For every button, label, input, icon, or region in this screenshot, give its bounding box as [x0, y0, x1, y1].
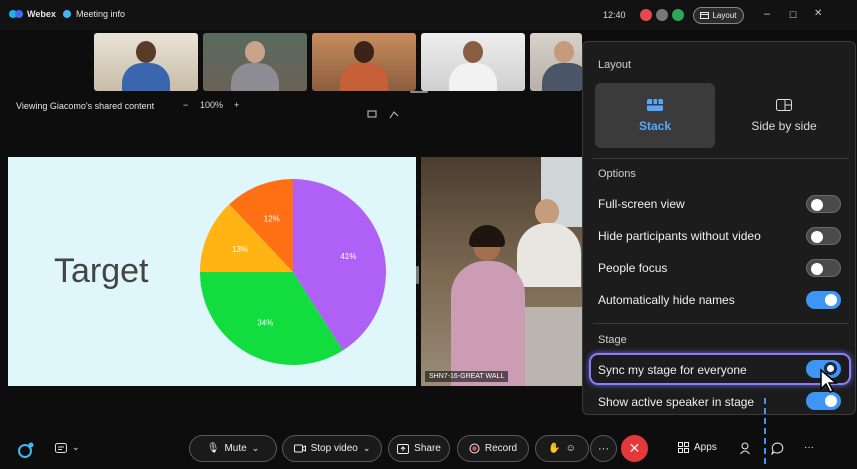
side-by-side-icon — [776, 98, 792, 111]
captions-icon — [55, 442, 67, 453]
pen-icon[interactable] — [389, 110, 399, 119]
reactions-group[interactable]: ✋ ☺ — [535, 435, 589, 462]
active-speaker-option-label: Show active speaker in stage — [598, 395, 755, 409]
participant-thumbnail[interactable] — [312, 33, 416, 91]
minimize-button[interactable]: – — [764, 8, 770, 20]
close-button[interactable]: ✕ — [814, 8, 822, 19]
close-icon: ✕ — [628, 440, 641, 456]
meeting-info-icon — [63, 10, 71, 18]
stack-icon — [647, 98, 663, 111]
shared-content-label: Viewing Giacomo's shared content — [16, 101, 155, 111]
auto-hide-names-option-label: Automatically hide names — [598, 293, 735, 307]
layout-icon — [700, 12, 710, 19]
microphone-icon: 🎙 — [206, 443, 220, 454]
record-button[interactable]: Record — [457, 435, 529, 462]
pie-slice-label: 12% — [264, 214, 280, 223]
stage-heading: Stage — [598, 334, 627, 346]
layout-heading: Layout — [598, 59, 632, 71]
divider — [593, 323, 849, 324]
title-bar: Webex Meeting info 12:40 Layout – ☐ ✕ — [0, 0, 857, 30]
shared-slide: Target 41% 34% 13% 12% — [8, 157, 416, 386]
record-icon — [469, 443, 480, 454]
room-video[interactable]: SHN7-16-GREAT WALL — [421, 157, 589, 386]
share-icon — [397, 443, 410, 454]
people-focus-option-label: People focus — [598, 261, 668, 275]
chevron-down-icon: ⌄ — [72, 442, 80, 452]
raise-hand-icon[interactable]: ✋ — [548, 443, 560, 454]
people-focus-toggle[interactable] — [806, 259, 841, 277]
zoom-out-button[interactable]: − — [183, 100, 188, 110]
chat-icon[interactable] — [771, 442, 784, 455]
security-icon[interactable] — [656, 9, 668, 21]
layout-side-by-side-option[interactable]: Side by side — [724, 83, 844, 148]
meeting-info-label: Meeting info — [76, 9, 126, 19]
pie-chart: 41% 34% 13% 12% — [200, 179, 386, 365]
layout-stack-option[interactable]: Stack — [595, 83, 715, 148]
side-by-side-label: Side by side — [751, 118, 817, 133]
apps-button[interactable]: Apps — [678, 442, 717, 453]
participants-icon[interactable] — [740, 442, 753, 455]
options-heading: Options — [598, 168, 636, 180]
stop-video-label: Stop video — [310, 443, 358, 454]
share-label: Share — [414, 443, 441, 454]
record-label: Record — [484, 443, 518, 454]
auto-hide-names-toggle[interactable] — [806, 291, 841, 309]
captions-button[interactable]: ⌄ — [55, 442, 80, 453]
slide-title: Target — [54, 252, 149, 290]
divider — [593, 158, 849, 159]
fullscreen-option-label: Full-screen view — [598, 197, 685, 211]
more-options-button[interactable]: ··· — [590, 435, 617, 462]
active-speaker-toggle[interactable] — [806, 392, 841, 410]
pie-slice-label: 34% — [257, 319, 273, 328]
participant-thumbnail[interactable] — [530, 33, 582, 91]
clock-time: 12:40 — [603, 10, 626, 20]
apps-icon — [678, 442, 689, 453]
stage-divider-handle[interactable] — [416, 266, 419, 284]
overflow-menu-button[interactable]: ··· — [804, 442, 814, 453]
layout-button[interactable]: Layout — [693, 7, 744, 24]
mouse-cursor-icon — [820, 368, 839, 393]
webex-assistant-icon[interactable] — [17, 441, 35, 459]
mute-label: Mute — [224, 443, 247, 454]
zoom-in-button[interactable]: + — [234, 100, 239, 110]
leave-meeting-button[interactable]: ✕ — [621, 435, 648, 462]
hide-no-video-toggle[interactable] — [806, 227, 841, 245]
mute-button[interactable]: 🎙 Mute ⌄ — [189, 435, 277, 462]
stop-video-button[interactable]: Stop video ⌄ — [282, 435, 382, 462]
more-icon: ··· — [598, 442, 609, 455]
layout-label: Layout — [712, 11, 737, 20]
recording-status-icon[interactable] — [640, 9, 652, 21]
apps-label: Apps — [694, 442, 717, 453]
guide-line — [764, 398, 766, 464]
participant-thumbnail[interactable] — [421, 33, 525, 91]
room-name-label: SHN7-16-GREAT WALL — [425, 371, 509, 382]
sync-stage-option-label: Sync my stage for everyone — [598, 363, 747, 377]
camera-icon — [293, 444, 306, 453]
share-button[interactable]: Share — [388, 435, 450, 462]
fullscreen-toggle[interactable] — [806, 195, 841, 213]
stack-label: Stack — [638, 118, 672, 133]
pie-slice-label: 41% — [340, 252, 356, 261]
chevron-down-icon: ⌄ — [251, 443, 260, 453]
pie-slice-label: 13% — [232, 245, 248, 254]
annotate-icon[interactable] — [367, 110, 377, 119]
app-name: Webex — [27, 9, 56, 19]
resize-handle[interactable] — [410, 91, 428, 93]
maximize-button[interactable]: ☐ — [789, 10, 797, 21]
zoom-level: 100% — [200, 100, 224, 110]
chevron-down-icon: ⌄ — [362, 443, 371, 453]
meeting-info-button[interactable]: Meeting info — [62, 9, 125, 19]
layout-panel: Layout Stack Side by side Options Full-s… — [582, 41, 856, 415]
webex-logo-icon — [9, 10, 23, 18]
participant-thumbnail[interactable] — [203, 33, 307, 91]
network-status-icon[interactable] — [672, 9, 684, 21]
hide-no-video-option-label: Hide participants without video — [598, 229, 761, 243]
webex-app[interactable]: Webex — [9, 9, 56, 19]
participant-thumbnail[interactable] — [94, 33, 198, 91]
reaction-icon[interactable]: ☺ — [566, 443, 576, 454]
